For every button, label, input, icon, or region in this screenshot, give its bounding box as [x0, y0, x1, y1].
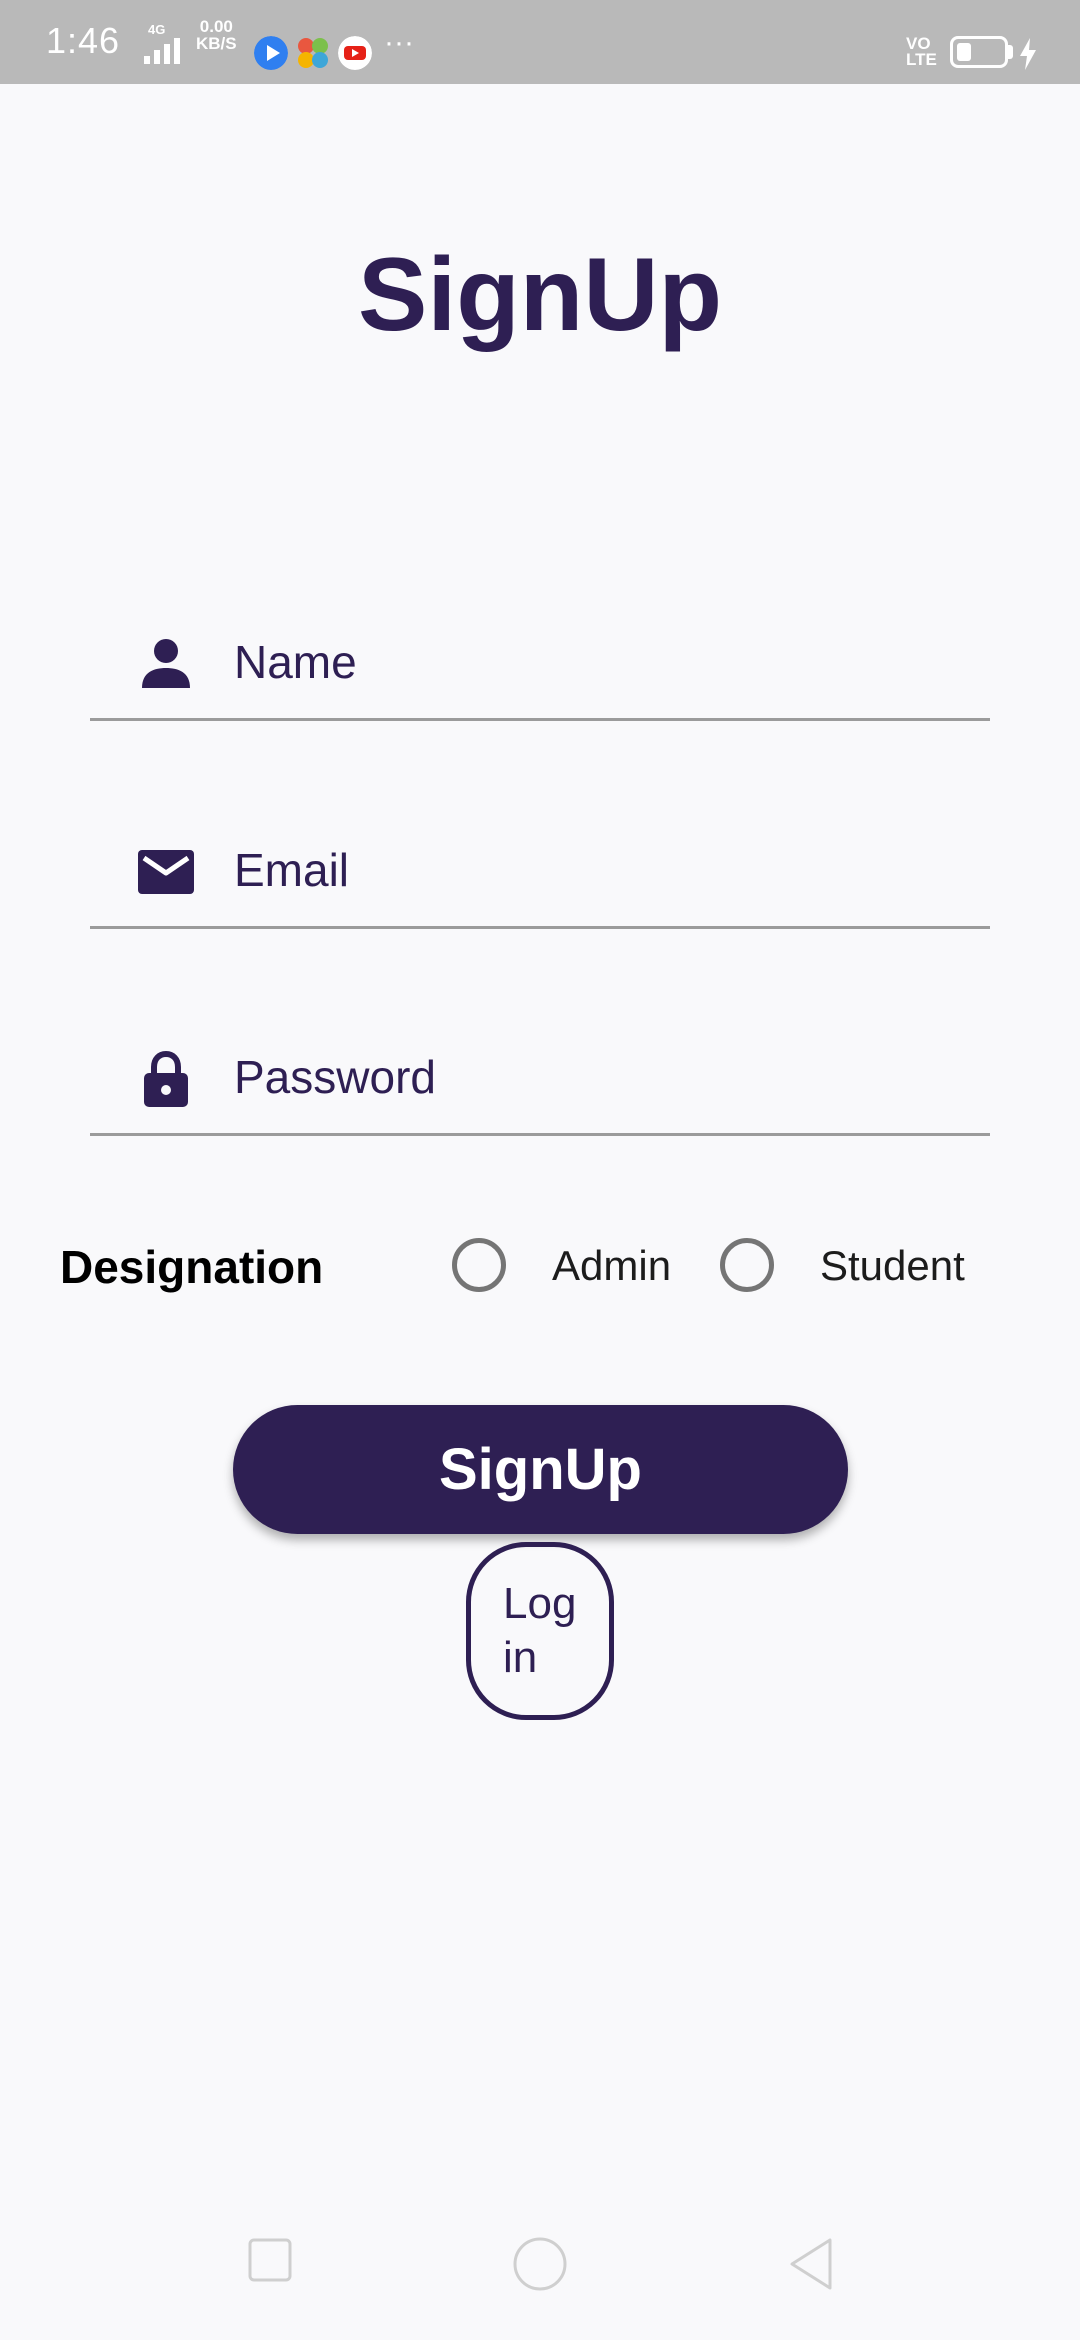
network-type-label: 4G	[148, 22, 165, 37]
admin-radio[interactable]	[452, 1238, 506, 1292]
mail-icon	[138, 850, 194, 894]
lock-icon	[144, 1050, 188, 1107]
login-button[interactable]: Log in	[466, 1542, 614, 1720]
battery-icon	[950, 36, 1008, 68]
name-input[interactable]	[234, 626, 954, 698]
network-speed: 0.00 KB/S	[196, 18, 237, 52]
login-label-line2: in	[503, 1633, 538, 1682]
email-input[interactable]	[234, 834, 954, 906]
signup-button[interactable]: SignUp	[233, 1405, 848, 1534]
volte-indicator: VO LTE	[906, 35, 937, 69]
battery-tip	[1008, 45, 1013, 59]
home-circle-icon[interactable]	[512, 2236, 568, 2292]
back-triangle-icon[interactable]	[786, 2236, 836, 2292]
speed-value: 0.00	[199, 17, 233, 36]
page-title: SignUp	[358, 237, 722, 353]
password-input[interactable]	[234, 1041, 954, 1113]
student-radio-label[interactable]: Student	[820, 1242, 965, 1290]
play-app-icon	[254, 36, 288, 70]
battery-level	[957, 43, 971, 61]
email-field[interactable]	[90, 820, 990, 929]
designation-label: Designation	[60, 1241, 324, 1293]
student-radio[interactable]	[720, 1238, 774, 1292]
status-bar: 1:46 4G 0.00 KB/S ··· VO LTE	[0, 0, 1080, 84]
speed-unit: KB/S	[196, 34, 237, 53]
charging-icon	[1020, 38, 1036, 70]
status-time: 1:46	[46, 20, 121, 61]
youtube-app-icon	[338, 36, 372, 70]
signal-icon: 4G	[144, 22, 180, 64]
person-icon	[142, 639, 190, 688]
login-label-line1: Log	[503, 1579, 577, 1628]
volte-bottom: LTE	[906, 50, 937, 69]
password-field[interactable]	[90, 1027, 990, 1136]
recents-square-icon[interactable]	[246, 2236, 296, 2286]
admin-radio-label[interactable]: Admin	[552, 1242, 671, 1290]
more-notifications-icon: ···	[384, 26, 414, 59]
photos-app-icon	[298, 38, 328, 68]
name-field[interactable]	[90, 612, 990, 721]
